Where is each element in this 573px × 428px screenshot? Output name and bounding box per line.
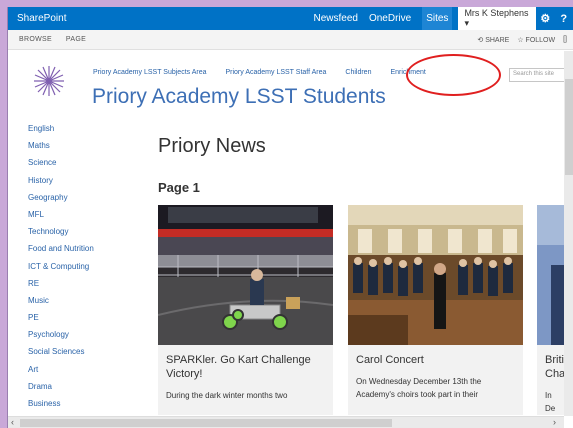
leftnav-item-history[interactable]: History (28, 176, 94, 193)
leftnav-item-psychology[interactable]: Psychology (28, 330, 94, 347)
leftnav-item-drama[interactable]: Drama (28, 382, 94, 399)
user-menu[interactable]: Mrs K Stephens ▾ (458, 7, 537, 30)
nav-children[interactable]: Children (345, 69, 371, 76)
card-title[interactable]: SPARKler. Go Kart Challenge Victory! (158, 345, 333, 381)
card-title[interactable]: Britis Cha (537, 345, 564, 381)
left-navigation: English Maths Science History Geography … (28, 124, 94, 416)
help-icon[interactable]: ? (555, 13, 573, 25)
leftnav-item-food-and-nutrition[interactable]: Food and Nutrition (28, 244, 94, 261)
sites-link[interactable]: Sites (422, 7, 453, 30)
scroll-right-arrow-icon[interactable]: › (553, 417, 556, 427)
news-card-go-kart[interactable]: SPARKler. Go Kart Challenge Victory! Dur… (158, 205, 333, 415)
leftnav-item-re[interactable]: RE (28, 279, 94, 296)
card-body: In De (545, 391, 556, 413)
vertical-scrollbar[interactable] (564, 51, 573, 416)
news-card-carol-concert[interactable]: Carol Concert On Wednesday December 13th… (348, 205, 523, 415)
page-heading: Page 1 (158, 180, 200, 195)
site-title[interactable]: Priory Academy LSST Students (92, 85, 386, 109)
site-header: Priory Academy LSST Subjects Area Priory… (8, 51, 573, 115)
leftnav-item-science[interactable]: Science (28, 158, 94, 175)
leftnav-item-pe[interactable]: PE (28, 313, 94, 330)
suite-links: Newsfeed OneDrive Sites (313, 7, 453, 30)
horizontal-scrollbar[interactable]: ‹ › (8, 416, 564, 428)
leftnav-item-geography[interactable]: Geography (28, 193, 94, 210)
leftnav-item-music[interactable]: Music (28, 296, 94, 313)
horizontal-scroll-thumb[interactable] (20, 419, 392, 427)
tab-page[interactable]: PAGE (66, 36, 86, 43)
carol-concert-image[interactable] (348, 205, 523, 345)
card-body: During the dark winter months two (166, 391, 288, 400)
star-icon: ☆ (517, 36, 524, 44)
nav-staff-area[interactable]: Priory Academy LSST Staff Area (225, 69, 326, 76)
suite-bar: SharePoint Newsfeed OneDrive Sites Mrs K… (8, 7, 573, 30)
leftnav-item-art[interactable]: Art (28, 365, 94, 382)
leftnav-item-technology[interactable]: Technology (28, 227, 94, 244)
leftnav-item-english[interactable]: English (28, 124, 94, 141)
card-title[interactable]: Carol Concert (348, 345, 523, 367)
search-input[interactable]: Search this site (509, 68, 569, 82)
share-label: SHARE (485, 36, 510, 44)
go-kart-image[interactable] (158, 205, 333, 345)
ribbon: BROWSE PAGE ⟲ SHARE ☆ FOLLOW [] (8, 30, 573, 50)
focus-icon[interactable]: [] (563, 36, 567, 43)
follow-button[interactable]: ☆ FOLLOW (517, 36, 555, 44)
sharepoint-brand[interactable]: SharePoint (8, 13, 313, 24)
browser-window: SharePoint Newsfeed OneDrive Sites Mrs K… (7, 7, 573, 428)
news-title: Priory News (158, 135, 266, 157)
card-body: On Wednesday December 13th the Academy's… (356, 377, 482, 399)
onedrive-link[interactable]: OneDrive (369, 13, 411, 24)
share-button[interactable]: ⟲ SHARE (477, 36, 509, 44)
follow-label: FOLLOW (525, 36, 556, 44)
annotation-circle (406, 54, 501, 96)
british-card-image[interactable] (537, 205, 564, 345)
gear-icon[interactable]: ⚙ (536, 12, 554, 25)
leftnav-item-maths[interactable]: Maths (28, 141, 94, 158)
news-card-british[interactable]: Britis Cha In De (537, 205, 564, 415)
leftnav-item-social-sciences[interactable]: Social Sciences (28, 347, 94, 364)
site-logo-icon[interactable] (32, 64, 66, 98)
scroll-left-arrow-icon[interactable]: ‹ (11, 417, 14, 427)
nav-subjects-area[interactable]: Priory Academy LSST Subjects Area (93, 69, 206, 76)
leftnav-item-business[interactable]: Business (28, 399, 94, 416)
newsfeed-link[interactable]: Newsfeed (313, 13, 357, 24)
vertical-scroll-thumb[interactable] (565, 79, 573, 175)
top-navigation: Priory Academy LSST Subjects Area Priory… (93, 69, 426, 76)
leftnav-item-mfl[interactable]: MFL (28, 210, 94, 227)
leftnav-item-ict-computing[interactable]: ICT & Computing (28, 262, 94, 279)
share-icon: ⟲ (477, 36, 484, 44)
tab-browse[interactable]: BROWSE (19, 36, 52, 43)
